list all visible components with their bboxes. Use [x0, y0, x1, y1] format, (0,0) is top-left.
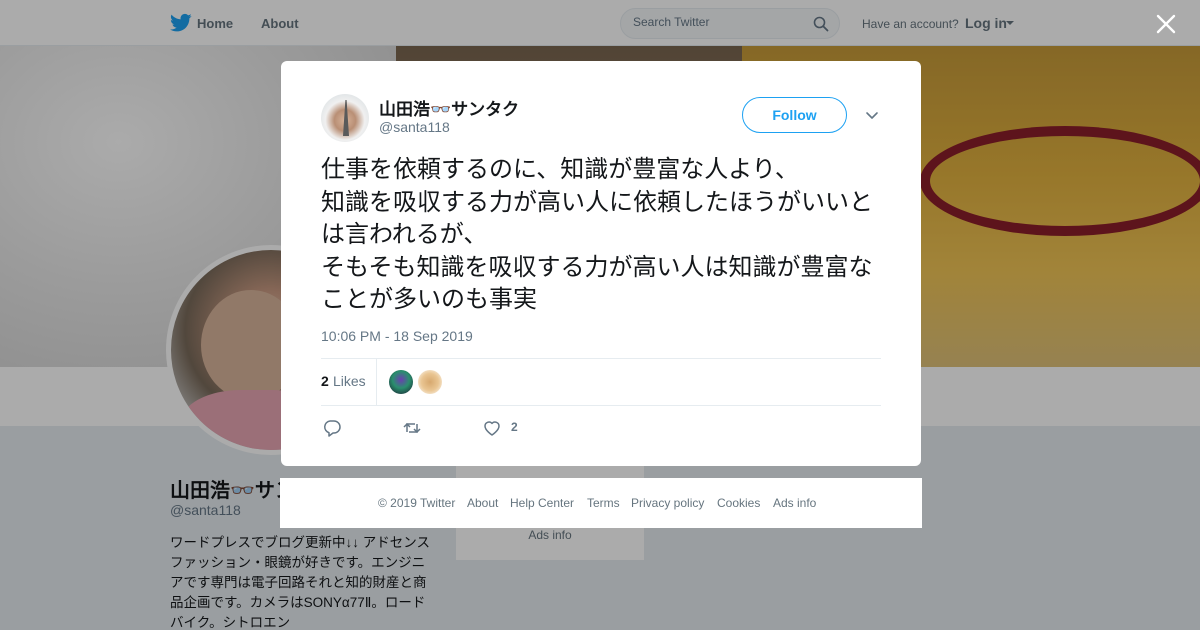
- retweet-icon[interactable]: [402, 418, 422, 438]
- likes-stat[interactable]: 2 Likes: [321, 359, 377, 405]
- tweet-author-avatar[interactable]: [321, 94, 369, 142]
- tweet-author-name[interactable]: 山田浩👓サンタク: [379, 95, 519, 120]
- tweet-modal: 山田浩👓サンタク @santa118 Follow 仕事を依頼するのに、知識が豊…: [281, 61, 921, 466]
- footer-privacy-link[interactable]: Privacy policy: [631, 496, 704, 510]
- footer-help-link[interactable]: Help Center: [510, 496, 574, 510]
- close-icon[interactable]: [1155, 13, 1177, 35]
- tweet-timestamp[interactable]: 10:06 PM - 18 Sep 2019: [321, 328, 473, 344]
- likes-label: Likes: [333, 373, 366, 389]
- tweet-author-handle[interactable]: @santa118: [379, 119, 450, 135]
- eiffel-tower-shape: [343, 100, 349, 136]
- likes-count: 2: [321, 373, 329, 389]
- tweet-text: 仕事を依頼するのに、知識が豊富な人より、 知識を吸収する力が高い人に依頼したほう…: [321, 155, 873, 313]
- follow-button[interactable]: Follow: [742, 97, 847, 133]
- divider: [321, 358, 881, 359]
- footer-terms-link[interactable]: Terms: [587, 496, 620, 510]
- footer-bar: © 2019 Twitter About Help Center Terms P…: [280, 478, 922, 528]
- footer-cookies-link[interactable]: Cookies: [717, 496, 760, 510]
- chevron-down-icon[interactable]: [864, 107, 880, 123]
- like-action-count: 2: [511, 420, 518, 434]
- reply-icon[interactable]: [322, 418, 342, 438]
- footer-copyright: © 2019 Twitter: [378, 496, 456, 510]
- divider: [321, 405, 881, 406]
- liker-avatar[interactable]: [389, 370, 413, 394]
- footer-ads-link[interactable]: Ads info: [773, 496, 816, 510]
- footer-about-link[interactable]: About: [467, 496, 498, 510]
- liker-avatar[interactable]: [418, 370, 442, 394]
- heart-icon[interactable]: [482, 418, 502, 438]
